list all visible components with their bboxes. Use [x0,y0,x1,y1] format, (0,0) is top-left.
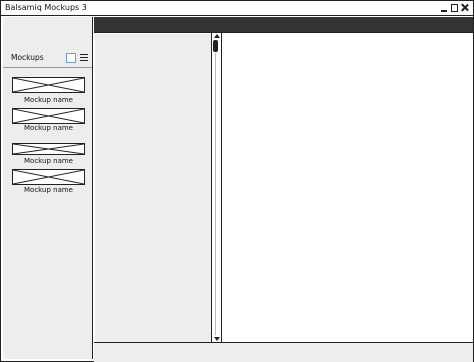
mockup-label[interactable]: Mockup name [3,96,94,105]
window-controls [440,3,470,13]
mockup-thumbnail[interactable] [12,169,85,185]
mockups-sidebar: Mockups Mockup name Mockup name Mockup n… [3,17,93,359]
editor-area [94,32,473,343]
scroll-down-arrow-icon[interactable] [214,337,220,341]
window-title: Balsamiq Mockups 3 [5,3,87,12]
placeholder-image-icon [13,144,84,154]
list-view-icon[interactable] [80,54,88,62]
minimize-icon[interactable] [440,3,448,13]
app-window: Balsamiq Mockups 3 Mockups Mockup name M… [0,0,474,362]
ui-library-panel [95,34,211,342]
maximize-icon[interactable] [450,3,458,13]
scroll-track[interactable] [215,53,216,335]
mockup-label[interactable]: Mockup name [3,157,94,166]
scroll-thumb[interactable] [213,40,218,52]
status-bar [94,342,473,362]
sidebar-header: Mockups [3,50,92,66]
mockup-label[interactable]: Mockup name [3,186,94,195]
close-icon[interactable] [460,3,470,13]
vertical-scrollbar[interactable] [211,33,222,343]
toolbar [94,17,473,32]
grid-view-icon[interactable] [66,53,76,63]
placeholder-image-icon [13,109,84,123]
title-bar: Balsamiq Mockups 3 [1,1,473,16]
mockup-canvas[interactable] [222,33,473,343]
mockup-thumbnail[interactable] [12,77,85,93]
mockup-thumbnail[interactable] [12,143,85,155]
sidebar-title: Mockups [11,53,44,62]
placeholder-image-icon [13,170,84,184]
scroll-up-arrow-icon[interactable] [214,34,220,38]
mockup-thumbnail[interactable] [12,108,85,124]
mockup-label[interactable]: Mockup name [3,124,94,133]
placeholder-image-icon [13,78,84,92]
sidebar-divider [3,67,92,68]
